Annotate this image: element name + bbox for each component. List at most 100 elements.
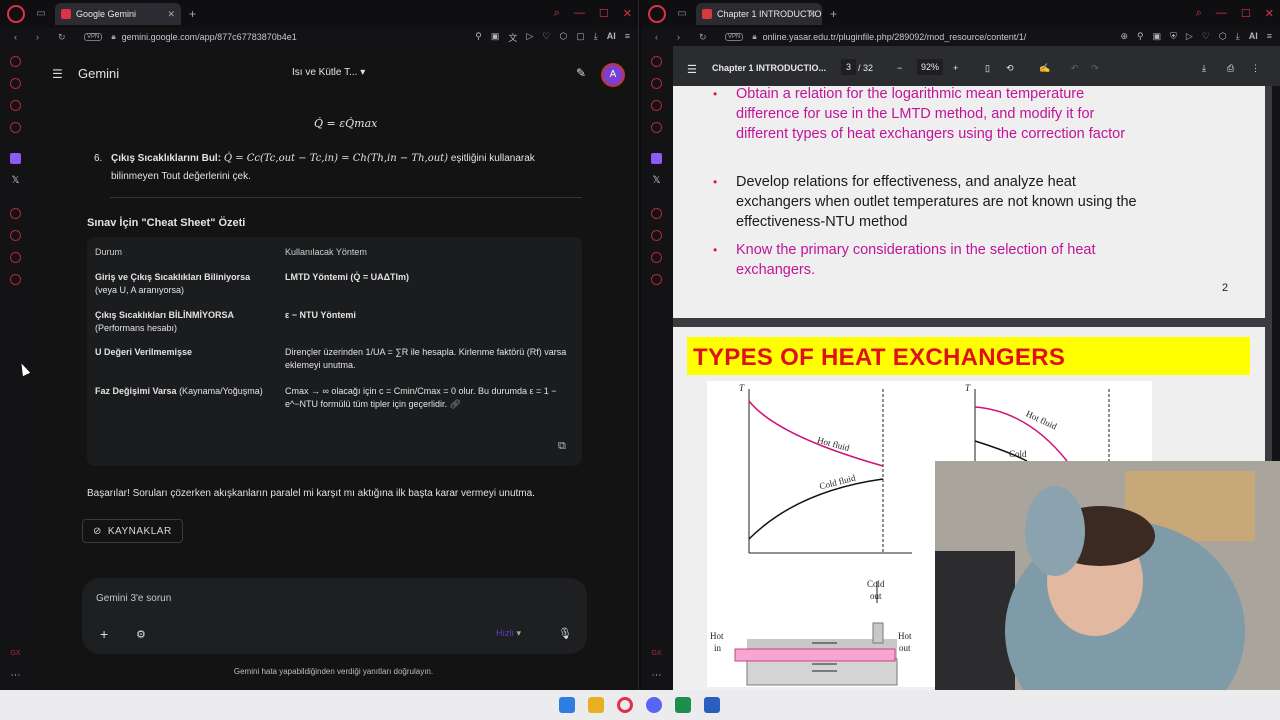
- redo-icon[interactable]: ↷: [1091, 63, 1099, 74]
- player-icon[interactable]: [10, 122, 21, 133]
- add-icon[interactable]: +: [100, 626, 108, 642]
- twitch-icon[interactable]: [651, 153, 662, 164]
- discord-icon[interactable]: [646, 697, 662, 713]
- fit-page-icon[interactable]: ▯: [985, 63, 990, 74]
- page-number-input[interactable]: 3: [841, 59, 857, 75]
- messenger-icon[interactable]: [10, 100, 21, 111]
- tab-google-gemini[interactable]: Google Gemini ✕: [55, 3, 181, 25]
- copy-icon[interactable]: ⧉: [558, 440, 566, 453]
- extensions-sidebar-icon[interactable]: [10, 252, 21, 263]
- menu-icon[interactable]: ≡: [1267, 31, 1272, 42]
- app-icon[interactable]: [675, 697, 691, 713]
- shield-icon[interactable]: ⛨: [1170, 31, 1177, 42]
- workspaces-icon[interactable]: ▭: [35, 8, 47, 20]
- annotate-icon[interactable]: ✍: [1039, 63, 1050, 74]
- zoom-icon[interactable]: ⊕: [1120, 31, 1128, 42]
- hamburger-menu-icon[interactable]: ☰: [52, 67, 63, 81]
- close-icon[interactable]: ✕: [1265, 7, 1274, 20]
- heart-icon[interactable]: ♡: [1202, 31, 1210, 42]
- download-icon[interactable]: ⤓: [1202, 63, 1206, 74]
- close-icon[interactable]: ✕: [623, 7, 632, 20]
- download-icon[interactable]: ⤓: [594, 31, 598, 44]
- settings-icon[interactable]: [10, 208, 21, 219]
- chat-title-dropdown[interactable]: Isı ve Kütle T... ▾: [292, 67, 365, 78]
- gear-icon[interactable]: [651, 274, 662, 285]
- prompt-input-box[interactable]: Gemini 3'e sorun + ⚙ Hızlı ▾ 🎙︎: [82, 578, 587, 654]
- windows-start-icon[interactable]: [559, 697, 575, 713]
- more-icon[interactable]: ⋯: [10, 670, 21, 681]
- play-icon[interactable]: ▷: [1186, 31, 1193, 42]
- settings-icon[interactable]: [651, 208, 662, 219]
- gx-icon[interactable]: GX: [651, 648, 662, 659]
- gear-icon[interactable]: [10, 274, 21, 285]
- shopping-icon[interactable]: [10, 78, 21, 89]
- ai-sidebar-icon[interactable]: [10, 56, 21, 67]
- word-icon[interactable]: [704, 697, 720, 713]
- gx-icon[interactable]: GX: [10, 648, 21, 659]
- vpn-badge[interactable]: VPN: [84, 33, 103, 41]
- maximize-icon[interactable]: ☐: [599, 7, 609, 20]
- maximize-icon[interactable]: ☐: [1241, 7, 1251, 20]
- search-icon[interactable]: ⌕: [554, 7, 560, 20]
- zoom-in-button[interactable]: +: [953, 63, 958, 73]
- ai-sidebar-icon[interactable]: [651, 56, 662, 67]
- play-icon[interactable]: ▷: [526, 31, 533, 44]
- zoom-level[interactable]: 92%: [917, 59, 944, 75]
- shopping-icon[interactable]: [651, 78, 662, 89]
- translate-icon[interactable]: 文: [508, 31, 517, 44]
- pin-icon[interactable]: ⚲: [1137, 31, 1144, 42]
- more-icon[interactable]: ⋯: [651, 670, 662, 681]
- new-tab-button[interactable]: +: [830, 7, 837, 21]
- link-icon[interactable]: 🔗︎: [450, 399, 461, 409]
- microphone-icon[interactable]: 🎙︎: [558, 627, 572, 640]
- snapshot-icon[interactable]: ▣: [491, 31, 500, 44]
- x-twitter-icon[interactable]: 𝕏: [10, 175, 21, 186]
- menu-icon[interactable]: ≡: [625, 31, 630, 44]
- back-icon[interactable]: ‹: [14, 32, 28, 42]
- avatar[interactable]: A: [601, 63, 625, 87]
- extensions-icon[interactable]: ⬡: [1219, 31, 1227, 42]
- opera-gx-icon[interactable]: [617, 697, 633, 713]
- download-icon[interactable]: ⤓: [1236, 31, 1240, 42]
- opera-logo-icon[interactable]: [648, 5, 666, 23]
- search-icon[interactable]: ⌕: [1196, 7, 1202, 20]
- new-tab-button[interactable]: +: [189, 7, 196, 21]
- reload-icon[interactable]: ↻: [699, 32, 713, 43]
- print-icon[interactable]: ⎙: [1227, 63, 1234, 74]
- back-icon[interactable]: ‹: [655, 32, 669, 42]
- ai-button[interactable]: AI: [607, 31, 616, 44]
- forward-icon[interactable]: ›: [36, 32, 50, 42]
- messenger-icon[interactable]: [651, 100, 662, 111]
- ai-button[interactable]: AI: [1249, 31, 1258, 42]
- url-field[interactable]: gemini.google.com/app/877c67783870b4e1: [122, 32, 297, 42]
- mode-selector[interactable]: Hızlı ▾: [496, 628, 521, 639]
- tab-chapter-1[interactable]: Chapter 1 INTRODUCTIO ✕: [696, 3, 822, 25]
- twitch-icon[interactable]: [10, 153, 21, 164]
- history-icon[interactable]: [10, 230, 21, 241]
- reload-icon[interactable]: ↻: [58, 32, 72, 43]
- tab-close-icon[interactable]: ✕: [808, 9, 816, 20]
- rotate-icon[interactable]: ⟲: [1006, 63, 1014, 74]
- pin-icon[interactable]: ⚲: [475, 31, 482, 44]
- file-explorer-icon[interactable]: [588, 697, 604, 713]
- history-icon[interactable]: [651, 230, 662, 241]
- more-options-icon[interactable]: ⋮: [1251, 63, 1260, 74]
- forward-icon[interactable]: ›: [677, 32, 691, 42]
- wallet-icon[interactable]: ▢: [576, 31, 585, 44]
- minimize-icon[interactable]: —: [574, 7, 585, 20]
- zoom-out-button[interactable]: −: [897, 63, 902, 73]
- heart-icon[interactable]: ♡: [542, 31, 550, 44]
- snapshot-icon[interactable]: ▣: [1153, 31, 1162, 42]
- vpn-badge[interactable]: VPN: [725, 33, 744, 41]
- tools-icon[interactable]: ⚙: [136, 628, 146, 641]
- prompt-input[interactable]: Gemini 3'e sorun: [96, 593, 171, 604]
- minimize-icon[interactable]: —: [1216, 7, 1227, 20]
- x-twitter-icon[interactable]: 𝕏: [651, 175, 662, 186]
- workspaces-icon[interactable]: ▭: [676, 8, 688, 20]
- player-icon[interactable]: [651, 122, 662, 133]
- new-chat-icon[interactable]: ✎: [576, 66, 586, 80]
- extensions-icon[interactable]: ⬡: [559, 31, 567, 44]
- undo-icon[interactable]: ↶: [1071, 63, 1079, 74]
- opera-logo-icon[interactable]: [7, 5, 25, 23]
- tab-close-icon[interactable]: ✕: [167, 9, 175, 20]
